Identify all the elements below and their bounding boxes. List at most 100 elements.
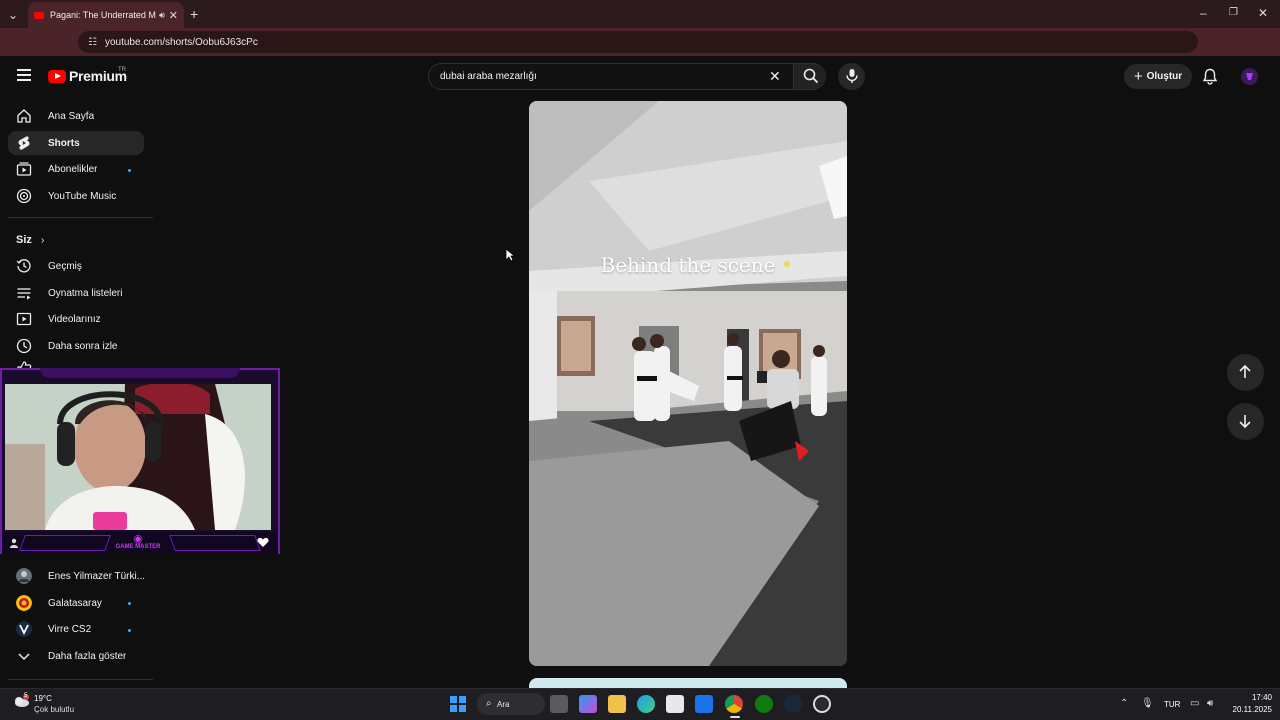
webcam-bar-panel-right	[169, 535, 261, 551]
webcam-brand-text: GAME MASTER	[115, 544, 161, 550]
windows-logo-icon	[450, 696, 457, 703]
taskbar-search[interactable]: ⌕ Ara	[477, 693, 545, 715]
browser-tab-active[interactable]: Pagani: The Underrated Ma 🔊︎ ✕	[28, 2, 184, 28]
sidebar-channel-galatasaray[interactable]: Galatasaray	[8, 591, 144, 615]
webcam-person-image	[5, 384, 271, 530]
outlook-icon[interactable]	[695, 695, 713, 713]
microphone-tray-icon[interactable]: 🎙︎	[1141, 698, 1154, 709]
sidebar-item-label: Videolarınız	[48, 313, 101, 325]
subscriptions-icon	[16, 162, 32, 176]
mouse-cursor-icon	[505, 248, 515, 262]
microphone-icon	[846, 69, 858, 83]
site-info-icon[interactable]: ☷	[88, 37, 97, 48]
sidebar-show-more[interactable]: Daha fazla göster	[8, 644, 144, 668]
webcam-frame-top-tab	[40, 368, 240, 378]
sidebar-item-label: YouTube Music	[48, 190, 117, 202]
sidebar-item-your-videos[interactable]: Videolarınız	[8, 307, 144, 331]
weather-description[interactable]: Çok bulutlu	[34, 705, 74, 714]
sidebar-item-label: Enes Yilmazer Türki...	[48, 570, 144, 582]
sidebar-channel-enes-yilmazer[interactable]: Enes Yilmazer Türki...	[8, 564, 144, 588]
minimize-icon[interactable]: –	[1200, 6, 1207, 20]
window-close-icon[interactable]: ✕	[1258, 6, 1268, 20]
chevron-right-icon: ›	[40, 235, 45, 246]
input-language[interactable]: TUR	[1164, 700, 1180, 709]
watch-later-icon	[16, 338, 32, 354]
obs-studio-icon[interactable]	[813, 695, 831, 713]
steam-icon[interactable]	[784, 695, 802, 713]
sidebar-item-watch-later[interactable]: Daha sonra izle	[8, 334, 144, 358]
browser-toolbar: ← → ↻ ☷ youtube.com/shorts/Oobu6J63cPc ⧉…	[0, 28, 1280, 76]
account-avatar[interactable]	[1241, 68, 1258, 85]
history-icon	[16, 259, 31, 273]
new-content-dot	[128, 169, 131, 172]
sidebar-item-playlists[interactable]: Oynatma listeleri	[8, 281, 144, 305]
arrow-down-icon	[1239, 415, 1251, 429]
tab-search-icon[interactable]: ⌄	[8, 8, 18, 22]
home-icon	[17, 109, 31, 123]
sidebar-item-label: Daha sonra izle	[48, 340, 118, 352]
xbox-icon[interactable]	[755, 695, 773, 713]
new-content-dot	[128, 602, 131, 605]
shorts-video-player[interactable]: Behind the scene	[529, 101, 847, 666]
task-view-icon[interactable]	[550, 695, 568, 713]
sidebar-item-history[interactable]: Geçmiş	[8, 254, 144, 278]
hamburger-menu-icon[interactable]	[17, 69, 31, 81]
sidebar-item-youtube-music[interactable]: YouTube Music	[8, 184, 144, 208]
weather-alert-badge: 5	[24, 693, 28, 699]
webcam-bar-panel-left	[19, 535, 111, 551]
file-explorer-icon[interactable]	[608, 695, 626, 713]
sidebar-divider	[8, 679, 153, 680]
sidebar-item-subscriptions[interactable]: Abonelikler	[8, 157, 144, 181]
sidebar-item-label: Oynatma listeleri	[48, 287, 123, 299]
volume-icon[interactable]: 🔊︎	[1207, 698, 1213, 709]
channel-avatar	[16, 621, 32, 637]
browser-tab-strip: ⌄ Pagani: The Underrated Ma 🔊︎ ✕ + – ❐ ✕	[0, 0, 1280, 28]
sidebar-item-label: Abonelikler	[48, 163, 98, 175]
search-icon: ⌕	[486, 698, 492, 709]
clear-search-icon[interactable]: ✕	[769, 68, 781, 85]
sidebar-item-label: Galatasaray	[48, 597, 102, 609]
sidebar-you-header[interactable]: Siz ›	[16, 234, 44, 246]
webcam-brand-logo: ◉ GAME MASTER	[108, 534, 168, 551]
tab-audio-icon[interactable]: 🔊︎	[159, 10, 165, 21]
search-box[interactable]: dubai araba mezarlığı ✕	[428, 63, 826, 90]
search-input[interactable]: dubai araba mezarlığı	[440, 71, 537, 82]
webcam-feed	[5, 384, 271, 530]
tray-overflow-chevron-icon[interactable]: ⌃	[1120, 698, 1128, 709]
microsoft-store-icon[interactable]	[666, 695, 684, 713]
country-code: TR	[118, 67, 126, 73]
widgets-copilot-icon[interactable]	[579, 695, 597, 713]
account-logo-icon	[1246, 73, 1253, 80]
restore-icon[interactable]: ❐	[1229, 7, 1238, 18]
sidebar-item-label: Virre CS2	[48, 623, 92, 635]
weather-temperature[interactable]: 19°C	[34, 694, 52, 703]
create-button[interactable]: + Oluştur	[1124, 64, 1192, 89]
taskbar-clock-date[interactable]: 20.11.2025	[1222, 705, 1272, 714]
chevron-down-icon	[18, 653, 30, 661]
notifications-button[interactable]	[1202, 68, 1218, 90]
chrome-icon[interactable]	[725, 695, 743, 713]
voice-search-button[interactable]	[838, 63, 865, 90]
windows-start-button[interactable]	[450, 696, 466, 712]
sidebar-item-home[interactable]: Ana Sayfa	[8, 104, 144, 128]
taskbar-clock-time[interactable]: 17:40	[1232, 693, 1272, 702]
sidebar-channel-virre-cs2[interactable]: Virre CS2	[8, 617, 144, 641]
video-frame-image	[529, 101, 847, 666]
network-icon[interactable]: ▭	[1190, 698, 1199, 709]
previous-short-button[interactable]	[1227, 354, 1264, 391]
create-label: Oluştur	[1146, 71, 1183, 82]
address-bar[interactable]: ☷ youtube.com/shorts/Oobu6J63cPc	[78, 31, 1198, 53]
youtube-music-icon	[16, 188, 32, 204]
tab-title: Pagani: The Underrated Ma	[50, 10, 157, 20]
youtube-premium-logo[interactable]: Premium TR	[48, 67, 127, 84]
new-tab-icon[interactable]: +	[190, 6, 198, 22]
sidebar-item-shorts[interactable]: Shorts	[8, 131, 144, 155]
shorts-icon	[18, 136, 30, 150]
search-button[interactable]	[793, 64, 826, 89]
youtube-play-logo-icon	[48, 69, 66, 83]
tab-close-icon[interactable]: ✕	[169, 9, 178, 22]
person-icon	[10, 538, 18, 548]
url-text: youtube.com/shorts/Oobu6J63cPc	[104, 36, 258, 48]
edge-browser-icon[interactable]	[637, 695, 655, 713]
next-short-button[interactable]	[1227, 403, 1264, 440]
